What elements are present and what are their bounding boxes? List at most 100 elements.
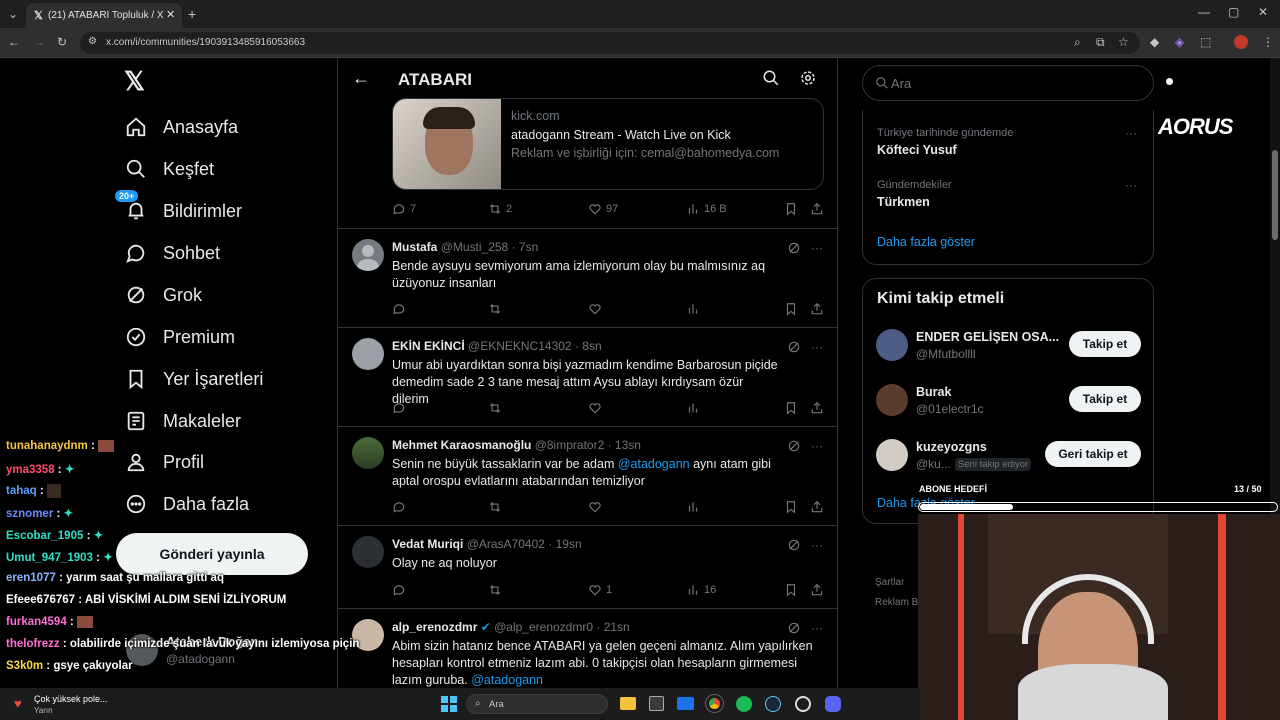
more-options-icon[interactable]: ··· bbox=[811, 538, 823, 555]
url-field[interactable]: x.com/i/communities/1903913485916053663 bbox=[80, 32, 1140, 54]
bookmark-button[interactable] bbox=[784, 401, 798, 415]
share-button[interactable] bbox=[810, 401, 824, 415]
spotify-icon[interactable] bbox=[736, 696, 752, 712]
like-button[interactable] bbox=[588, 401, 602, 415]
extension-icon[interactable]: ◆ bbox=[1150, 36, 1159, 48]
share-button[interactable] bbox=[810, 302, 824, 316]
trend-title[interactable]: Köfteci Yusuf bbox=[877, 143, 957, 157]
post-time[interactable]: 7sn bbox=[519, 240, 538, 254]
bookmark-button[interactable] bbox=[784, 302, 798, 316]
like-button[interactable]: 1 bbox=[588, 583, 612, 597]
post-item[interactable]: Mehmet Karaosmanoğlu @8imprator2 · 13sn … bbox=[338, 427, 837, 526]
menu-dots-icon[interactable]: ⋮ bbox=[1262, 36, 1274, 48]
views-button[interactable] bbox=[686, 500, 700, 514]
author-name[interactable]: alp_erenozdmr bbox=[392, 620, 477, 634]
repost-button[interactable] bbox=[488, 302, 502, 316]
nav-chat[interactable]: Sohbet bbox=[123, 235, 220, 271]
share-button[interactable] bbox=[810, 583, 824, 597]
more-options-icon[interactable]: ··· bbox=[1125, 178, 1137, 192]
link-card[interactable]: kick.com atadogann Stream - Watch Live o… bbox=[392, 98, 824, 190]
nav-home[interactable]: Anasayfa bbox=[123, 109, 238, 145]
views-button[interactable] bbox=[686, 401, 700, 415]
back-arrow-icon[interactable]: ← bbox=[352, 68, 370, 89]
repost-button[interactable] bbox=[488, 401, 502, 415]
post-item[interactable]: alp_erenozdmr ✔ @alp_erenozdmr0 · 21sn ·… bbox=[338, 609, 837, 688]
more-options-icon[interactable]: ··· bbox=[811, 340, 823, 357]
author-handle[interactable]: @Musti_258 bbox=[441, 240, 509, 254]
reply-button[interactable] bbox=[392, 583, 406, 597]
reply-button[interactable] bbox=[392, 500, 406, 514]
bookmark-button[interactable] bbox=[784, 583, 798, 597]
post-item[interactable]: EKİN EKİNCİ @EKNEKNC14302 · 8sn ··· Umur… bbox=[338, 328, 837, 427]
avatar-default[interactable] bbox=[352, 239, 384, 271]
tab-close-icon[interactable]: ✕ bbox=[166, 8, 175, 21]
taskbar-search[interactable]: ⌕ Ara bbox=[466, 694, 608, 714]
post-time[interactable]: 13sn bbox=[615, 438, 641, 452]
steam-icon[interactable] bbox=[765, 696, 781, 712]
extension2-icon[interactable]: ◈ bbox=[1175, 36, 1184, 48]
author-handle[interactable]: @ArasA70402 bbox=[467, 537, 545, 551]
more-options-icon[interactable]: ··· bbox=[811, 241, 823, 258]
post-time[interactable]: 21sn bbox=[604, 620, 630, 634]
zoom-icon[interactable]: ⌕ bbox=[1074, 36, 1081, 48]
nav-grok[interactable]: Grok bbox=[123, 277, 202, 313]
views-button[interactable]: 16 B bbox=[686, 202, 727, 216]
views-button[interactable] bbox=[686, 302, 700, 316]
app-icon[interactable] bbox=[795, 696, 811, 712]
grok-icon[interactable] bbox=[787, 241, 801, 258]
chrome-icon[interactable] bbox=[706, 695, 723, 712]
install-icon[interactable]: ⧉ bbox=[1096, 36, 1105, 48]
more-options-icon[interactable]: ··· bbox=[811, 621, 823, 638]
mention-link[interactable]: @atadogann bbox=[618, 457, 690, 471]
repost-button[interactable] bbox=[488, 583, 502, 597]
settings-gear-icon[interactable] bbox=[799, 69, 817, 92]
post-link-card[interactable]: kick.com atadogann Stream - Watch Live o… bbox=[338, 98, 837, 229]
tab-search-icon[interactable]: ⌄ bbox=[6, 8, 20, 20]
search-icon[interactable] bbox=[762, 69, 780, 92]
author-handle[interactable]: @EKNEKNC14302 bbox=[468, 339, 572, 353]
browser-tab[interactable]: 𝕏 (21) ATABARI Topluluk / X ✕ bbox=[26, 3, 182, 28]
reply-button[interactable] bbox=[392, 401, 406, 415]
author-avatar[interactable] bbox=[352, 338, 384, 370]
reply-button[interactable] bbox=[392, 302, 406, 316]
trend-title[interactable]: Türkmen bbox=[877, 195, 930, 209]
repost-button[interactable]: 2 bbox=[488, 202, 512, 216]
x-logo-icon[interactable]: 𝕏 bbox=[124, 68, 150, 94]
author-handle[interactable]: @alp_erenozdmr0 bbox=[494, 620, 593, 634]
notification-title[interactable]: Çok yüksek pole... bbox=[34, 694, 108, 704]
share-button[interactable] bbox=[810, 202, 824, 216]
footer-terms-link[interactable]: Şartlar bbox=[875, 577, 904, 588]
new-tab-icon[interactable]: + bbox=[188, 7, 196, 21]
more-options-icon[interactable]: ··· bbox=[811, 439, 823, 456]
follow-suggestion[interactable]: Burak @01electr1c Takip et bbox=[863, 380, 1155, 424]
grok-icon[interactable] bbox=[787, 340, 801, 357]
post-time[interactable]: 8sn bbox=[582, 339, 601, 353]
footer-ads-link[interactable]: Reklam Bil bbox=[875, 597, 923, 608]
author-name[interactable]: Vedat Muriqi bbox=[392, 537, 463, 551]
search-input[interactable] bbox=[891, 74, 1131, 92]
bookmark-button[interactable] bbox=[784, 202, 798, 216]
grok-icon[interactable] bbox=[787, 439, 801, 456]
grok-icon[interactable] bbox=[787, 621, 801, 638]
extensions-puzzle-icon[interactable]: ⬚ bbox=[1200, 36, 1211, 48]
minimize-icon[interactable]: — bbox=[1198, 6, 1210, 18]
reply-button[interactable]: 7 bbox=[392, 202, 416, 216]
views-button[interactable]: 16 bbox=[686, 583, 716, 597]
mail-icon[interactable] bbox=[677, 697, 694, 710]
file-explorer-icon[interactable] bbox=[620, 697, 636, 710]
bookmark-button[interactable] bbox=[784, 500, 798, 514]
discord-icon[interactable] bbox=[825, 696, 841, 712]
site-info-icon[interactable]: ⚙ bbox=[88, 37, 97, 47]
store-icon[interactable] bbox=[649, 696, 664, 711]
repost-button[interactable] bbox=[488, 500, 502, 514]
nav-notifications[interactable]: 20+ Bildirimler bbox=[115, 190, 242, 229]
close-window-icon[interactable]: ✕ bbox=[1258, 6, 1268, 18]
bookmark-star-icon[interactable]: ☆ bbox=[1118, 36, 1129, 48]
share-button[interactable] bbox=[810, 500, 824, 514]
follow-back-button[interactable]: Geri takip et bbox=[1045, 441, 1141, 467]
nav-bookmarks[interactable]: Yer İşaretleri bbox=[123, 361, 263, 397]
scrollbar-thumb[interactable] bbox=[1272, 150, 1278, 240]
author-handle[interactable]: @8imprator2 bbox=[535, 438, 605, 452]
forward-icon[interactable]: → bbox=[33, 36, 45, 48]
grok-icon[interactable] bbox=[787, 538, 801, 555]
